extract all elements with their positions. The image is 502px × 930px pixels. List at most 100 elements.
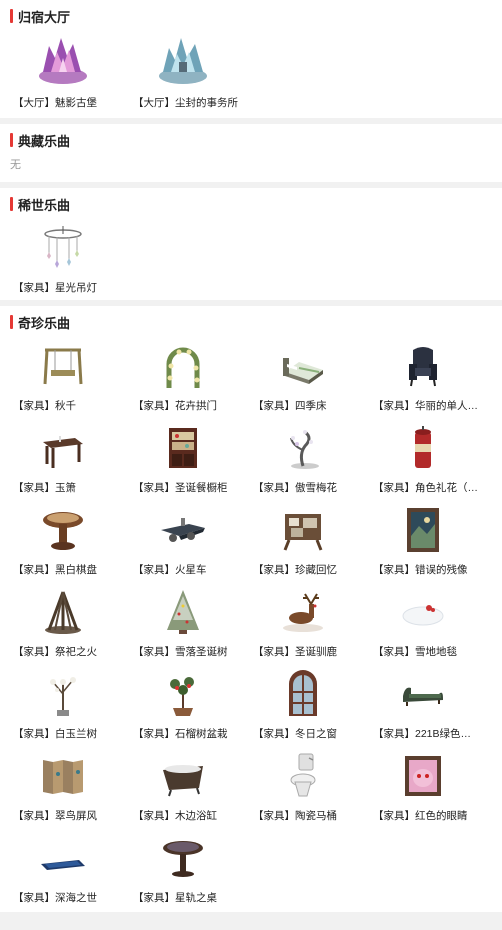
item-label: 【家具】星轨之桌 <box>133 892 217 904</box>
list-item[interactable]: 【家具】石榴树盆栽 <box>123 666 243 748</box>
list-item[interactable]: 【家具】红色的眼睛 <box>363 748 483 830</box>
section-header: 归宿大厅 <box>0 0 502 32</box>
item-label: 【家具】白玉兰树 <box>13 728 97 740</box>
item-label: 【家具】冬日之窗 <box>253 728 337 740</box>
firework-icon <box>399 424 447 472</box>
item-label: 【家具】祭祀之火 <box>13 646 97 658</box>
memory-board-icon <box>279 506 327 554</box>
item-label: 【家具】错误的残像 <box>373 564 468 576</box>
purple-crystal-castle-icon <box>33 32 93 86</box>
item-label: 【家具】石榴树盆栽 <box>133 728 228 740</box>
folding-screen-icon <box>39 752 87 800</box>
list-item[interactable]: 【家具】秋千 <box>3 338 123 420</box>
item-label: 【家具】雪落圣诞树 <box>133 646 228 658</box>
list-item[interactable]: 【家具】玉箫 <box>3 420 123 502</box>
list-item[interactable]: 【家具】四季床 <box>243 338 363 420</box>
blue-crystal-office-icon <box>153 32 213 86</box>
table-icon <box>39 424 87 472</box>
section-accent-bar <box>10 9 13 23</box>
round-table-icon <box>159 834 207 882</box>
item-label: 【家具】红色的眼睛 <box>373 810 468 822</box>
item-label: 【家具】秋千 <box>13 400 76 412</box>
chess-table-icon <box>39 506 87 554</box>
section-hall: 归宿大厅 【大厅】魅影古堡 【大厅】尘封的事务所 <box>0 0 502 118</box>
item-label: 【家具】圣诞餐橱柜 <box>133 482 228 494</box>
list-item[interactable]: 【家具】角色礼花（盒装） <box>363 420 483 502</box>
list-item[interactable]: 【家具】傲雪梅花 <box>243 420 363 502</box>
section-title: 奇珍乐曲 <box>18 315 71 331</box>
section-header: 奇珍乐曲 <box>0 306 502 338</box>
list-item[interactable]: 【家具】华丽的单人沙发 <box>363 338 483 420</box>
reindeer-icon <box>279 588 327 636</box>
list-item[interactable]: 【家具】冬日之窗 <box>243 666 363 748</box>
item-label: 【家具】雪地地毯 <box>373 646 457 658</box>
item-label: 【家具】翠鸟屏风 <box>13 810 97 822</box>
bonfire-icon <box>39 588 87 636</box>
list-item[interactable]: 【大厅】魅影古堡 <box>3 32 123 118</box>
item-label: 【家具】221B绿色躺椅 <box>373 728 481 740</box>
section-accent-bar <box>10 315 13 329</box>
list-item[interactable]: 【家具】陶瓷马桶 <box>243 748 363 830</box>
section-title: 稀世乐曲 <box>18 197 71 213</box>
list-item[interactable]: 【家具】珍藏回忆 <box>243 502 363 584</box>
item-label: 【家具】黑白棋盘 <box>13 564 97 576</box>
flower-arch-icon <box>159 342 207 390</box>
item-label: 【家具】玉箫 <box>13 482 76 494</box>
section-collection: 典藏乐曲 无 <box>0 124 502 182</box>
list-item[interactable]: 【家具】黑白棋盘 <box>3 502 123 584</box>
section-accent-bar <box>10 197 13 211</box>
list-item[interactable]: 【家具】白玉兰树 <box>3 666 123 748</box>
item-label: 【家具】陶瓷马桶 <box>253 810 337 822</box>
item-grid: 【大厅】魅影古堡 【大厅】尘封的事务所 <box>0 32 502 118</box>
list-item[interactable]: 【家具】雪落圣诞树 <box>123 584 243 666</box>
item-label: 【家具】火星车 <box>133 564 207 576</box>
section-header: 典藏乐曲 <box>0 124 502 156</box>
deep-sea-rug-icon <box>39 834 87 882</box>
swing-icon <box>39 342 87 390</box>
plum-tree-icon <box>279 424 327 472</box>
list-item[interactable]: 【家具】雪地地毯 <box>363 584 483 666</box>
item-label: 【家具】华丽的单人沙发 <box>373 400 481 412</box>
item-label: 【家具】深海之世 <box>13 892 97 904</box>
item-label: 【家具】傲雪梅花 <box>253 482 337 494</box>
red-eye-painting-icon <box>399 752 447 800</box>
section-title: 典藏乐曲 <box>18 133 71 149</box>
section-precious: 奇珍乐曲 【家具】秋千 【家具】花卉拱门 【家具】四季床 【家具】华丽的单人沙发… <box>0 306 502 912</box>
list-item[interactable]: 【家具】火星车 <box>123 502 243 584</box>
list-item[interactable]: 【家具】深海之世 <box>3 830 123 912</box>
christmas-tree-icon <box>159 588 207 636</box>
list-item[interactable]: 【家具】错误的残像 <box>363 502 483 584</box>
list-item[interactable]: 【家具】221B绿色躺椅 <box>363 666 483 748</box>
item-label: 【家具】四季床 <box>253 400 327 412</box>
list-item[interactable]: 【家具】祭祀之火 <box>3 584 123 666</box>
item-label: 【家具】花卉拱门 <box>133 400 217 412</box>
cupboard-icon <box>159 424 207 472</box>
green-chaise-icon <box>399 670 447 718</box>
item-grid: 【家具】秋千 【家具】花卉拱门 【家具】四季床 【家具】华丽的单人沙发 【家具】 <box>0 338 502 912</box>
list-item[interactable]: 【家具】星轨之桌 <box>123 830 243 912</box>
list-item[interactable]: 【大厅】尘封的事务所 <box>123 32 243 118</box>
window-icon <box>279 670 327 718</box>
item-label: 【家具】圣诞驯鹿 <box>253 646 337 658</box>
item-grid: 【家具】星光吊灯 <box>0 220 502 300</box>
toilet-icon <box>279 752 327 800</box>
list-item[interactable]: 【家具】翠鸟屏风 <box>3 748 123 830</box>
item-label: 【家具】角色礼花（盒装） <box>373 482 481 494</box>
magnolia-tree-icon <box>39 670 87 718</box>
painting-icon <box>399 506 447 554</box>
list-item[interactable]: 【家具】圣诞驯鹿 <box>243 584 363 666</box>
list-item[interactable]: 【家具】木边浴缸 <box>123 748 243 830</box>
list-item[interactable]: 【家具】圣诞餐橱柜 <box>123 420 243 502</box>
item-label: 【家具】木边浴缸 <box>133 810 217 822</box>
list-item[interactable]: 【家具】星光吊灯 <box>3 220 123 300</box>
section-title: 归宿大厅 <box>18 9 71 25</box>
star-chandelier-icon <box>39 224 87 272</box>
armchair-icon <box>399 342 447 390</box>
item-label: 【大厅】尘封的事务所 <box>133 97 238 109</box>
section-rare: 稀世乐曲 【家具】星光吊灯 <box>0 188 502 300</box>
snow-carpet-icon <box>399 588 447 636</box>
mars-rover-icon <box>159 506 207 554</box>
item-label: 【家具】珍藏回忆 <box>253 564 337 576</box>
list-item[interactable]: 【家具】花卉拱门 <box>123 338 243 420</box>
section-accent-bar <box>10 133 13 147</box>
